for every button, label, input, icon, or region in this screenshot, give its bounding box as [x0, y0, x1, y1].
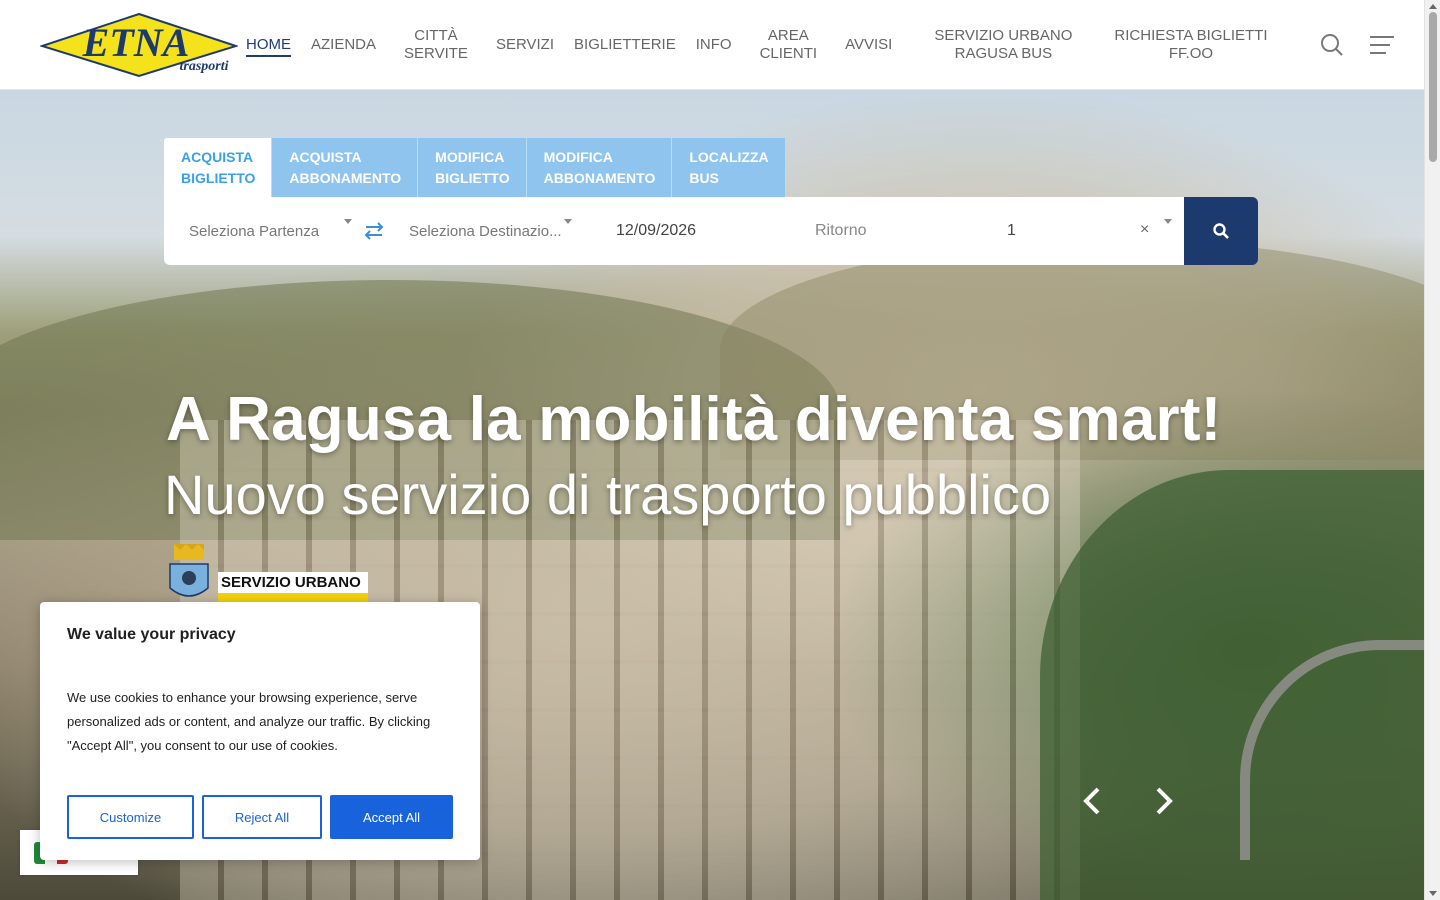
booking-search-bar: Seleziona Partenza Seleziona Destinazio.… — [164, 197, 1184, 265]
menu-icon[interactable] — [1370, 36, 1394, 54]
return-date-input[interactable]: Ritorno — [815, 197, 985, 265]
passengers-select[interactable]: 1 × — [1007, 197, 1177, 265]
destination-select[interactable]: Seleziona Destinazio... — [409, 197, 579, 265]
date-input[interactable]: 12/09/2026 — [616, 197, 796, 265]
cookie-title: We value your privacy — [67, 626, 236, 643]
search-icon[interactable] — [1320, 33, 1344, 57]
nav-item-label: AZIENDA — [311, 36, 376, 53]
nav-item-label: SERVIZI — [496, 36, 554, 53]
page-scrollbar[interactable] — [1424, 0, 1440, 900]
nav-item-area-clienti[interactable]: AREA CLIENTI — [750, 27, 828, 63]
slider-prev-arrow-icon[interactable] — [1080, 786, 1104, 816]
site-header: ETNA trasporti HOME AZIENDA CITTÀ SERVITE SE… — [0, 0, 1424, 90]
hero-headline: A Ragusa la mobilità diventa smart! — [166, 385, 1222, 454]
hero-subheadline: Nuovo servizio di trasporto pubblico — [164, 463, 1052, 526]
booking-tab-acquista-abbonamento[interactable]: ACQUISTA ABBONAMENTO — [272, 138, 419, 197]
nav-label-line: CITTÀ — [414, 27, 458, 44]
servizio-urbano-badge: SERVIZIO URBANO — [218, 572, 368, 606]
nav-item-label: AREA CLIENTI — [760, 27, 818, 62]
nav-item-label: AVVISI — [845, 36, 892, 53]
slider-next-arrow-icon[interactable] — [1152, 786, 1176, 816]
ragusa-crest-icon — [169, 544, 209, 597]
tab-label-line: BIGLIETTO — [181, 170, 256, 186]
chevron-down-icon — [344, 219, 352, 224]
main-nav: HOME AZIENDA CITTÀ SERVITE SERVIZI BIGLIETTER… — [246, 0, 1278, 90]
booking-tab-localizza-bus[interactable]: LOCALIZZA BUS — [672, 138, 786, 197]
tab-label-line: LOCALIZZA — [689, 149, 769, 165]
nav-label-line: INFO — [695, 36, 732, 53]
departure-placeholder: Seleziona Partenza — [189, 222, 320, 240]
nav-item-label: BIGLIETTERIE — [574, 36, 676, 53]
nav-item-label: CITTÀ SERVITE — [404, 27, 468, 62]
tab-label-line: ABBONAMENTO — [543, 170, 656, 186]
search-submit-button[interactable] — [1184, 197, 1258, 265]
cookie-consent-dialog: We value your privacy We use cookies to … — [40, 602, 480, 860]
logo-tagline: trasporti — [179, 59, 228, 74]
booking-tab-modifica-biglietto[interactable]: MODIFICA BIGLIETTO — [418, 138, 527, 197]
nav-item-avvisi[interactable]: AVVISI — [835, 36, 902, 54]
tab-label-line: ABBONAMENTO — [289, 170, 402, 186]
nav-label-line: RAGUSA BUS — [954, 45, 1053, 62]
nav-label-line: CLIENTI — [759, 45, 818, 62]
nav-item-info[interactable]: INFO — [686, 36, 742, 54]
nav-label-line: RICHIESTA BIGLIETTI — [1114, 27, 1268, 44]
scroll-thumb[interactable] — [1429, 12, 1437, 162]
chevron-down-icon — [1164, 219, 1172, 224]
customize-button[interactable]: Customize — [67, 795, 194, 839]
accept-all-button[interactable]: Accept All — [330, 795, 453, 839]
nav-label-line: BIGLIETTERIE — [574, 36, 676, 53]
scroll-up-icon[interactable] — [1429, 4, 1437, 9]
nav-label-line: SERVITE — [404, 45, 468, 62]
search-icon — [1213, 223, 1229, 239]
booking-tab-acquista-biglietto[interactable]: ACQUISTA BIGLIETTO — [164, 138, 273, 197]
reject-all-button[interactable]: Reject All — [202, 795, 322, 839]
tab-label-line: ACQUISTA — [289, 149, 362, 165]
badge-text: SERVIZIO URBANO — [218, 572, 368, 593]
nav-item-label: HOME — [246, 36, 291, 57]
tab-label-line: ACQUISTA — [181, 149, 254, 165]
booking-tabs: ACQUISTA BIGLIETTO ACQUISTA ABBONAMENTO MODI… — [164, 138, 786, 197]
nav-label-line: SERVIZI — [495, 36, 555, 53]
departure-select[interactable]: Seleziona Partenza — [189, 197, 359, 265]
nav-label-line: HOME — [246, 36, 291, 53]
swap-arrows-icon[interactable] — [364, 222, 384, 240]
scroll-down-icon[interactable] — [1429, 891, 1437, 896]
nav-label-line: AVVISI — [845, 36, 893, 53]
logo-brand: ETNA — [82, 20, 190, 65]
tab-label-line: MODIFICA — [435, 149, 505, 165]
nav-item-label: INFO — [696, 36, 732, 53]
nav-item-citta-servite[interactable]: CITTÀ SERVITE — [394, 27, 478, 63]
tab-label-line: BIGLIETTO — [435, 170, 510, 186]
nav-label-line: FF.OO — [1168, 45, 1214, 62]
nav-item-richiesta-biglietti[interactable]: RICHIESTA BIGLIETTI FF.OO — [1104, 27, 1277, 63]
tab-label-line: MODIFICA — [543, 149, 613, 165]
nav-item-biglietterie[interactable]: BIGLIETTERIE — [564, 36, 686, 54]
nav-item-servizio-urbano[interactable]: SERVIZIO URBANO RAGUSA BUS — [924, 27, 1082, 63]
tab-label-line: BUS — [689, 170, 719, 186]
cookie-text: We use cookies to enhance your browsing … — [67, 690, 431, 753]
nav-item-azienda[interactable]: AZIENDA — [301, 36, 386, 54]
etna-trasporti-logo[interactable]: ETNA trasporti — [40, 12, 238, 78]
nav-item-label: RICHIESTA BIGLIETTI FF.OO — [1114, 27, 1267, 62]
passengers-value: 1 — [1007, 222, 1016, 239]
nav-item-label: SERVIZIO URBANO RAGUSA BUS — [934, 27, 1072, 62]
nav-item-servizi[interactable]: SERVIZI — [486, 36, 564, 54]
clear-icon[interactable]: × — [1140, 221, 1149, 239]
chevron-down-icon — [564, 219, 572, 224]
nav-label-line: AZIENDA — [311, 36, 377, 53]
nav-item-home[interactable]: HOME — [246, 36, 301, 57]
nav-label-line: AREA — [767, 27, 809, 44]
destination-placeholder: Seleziona Destinazio... — [409, 222, 562, 240]
date-value: 12/09/2026 — [616, 222, 697, 239]
booking-tab-modifica-abbonamento[interactable]: MODIFICA ABBONAMENTO — [526, 138, 673, 197]
nav-label-line: SERVIZIO URBANO — [934, 27, 1073, 44]
return-placeholder: Ritorno — [815, 222, 867, 239]
